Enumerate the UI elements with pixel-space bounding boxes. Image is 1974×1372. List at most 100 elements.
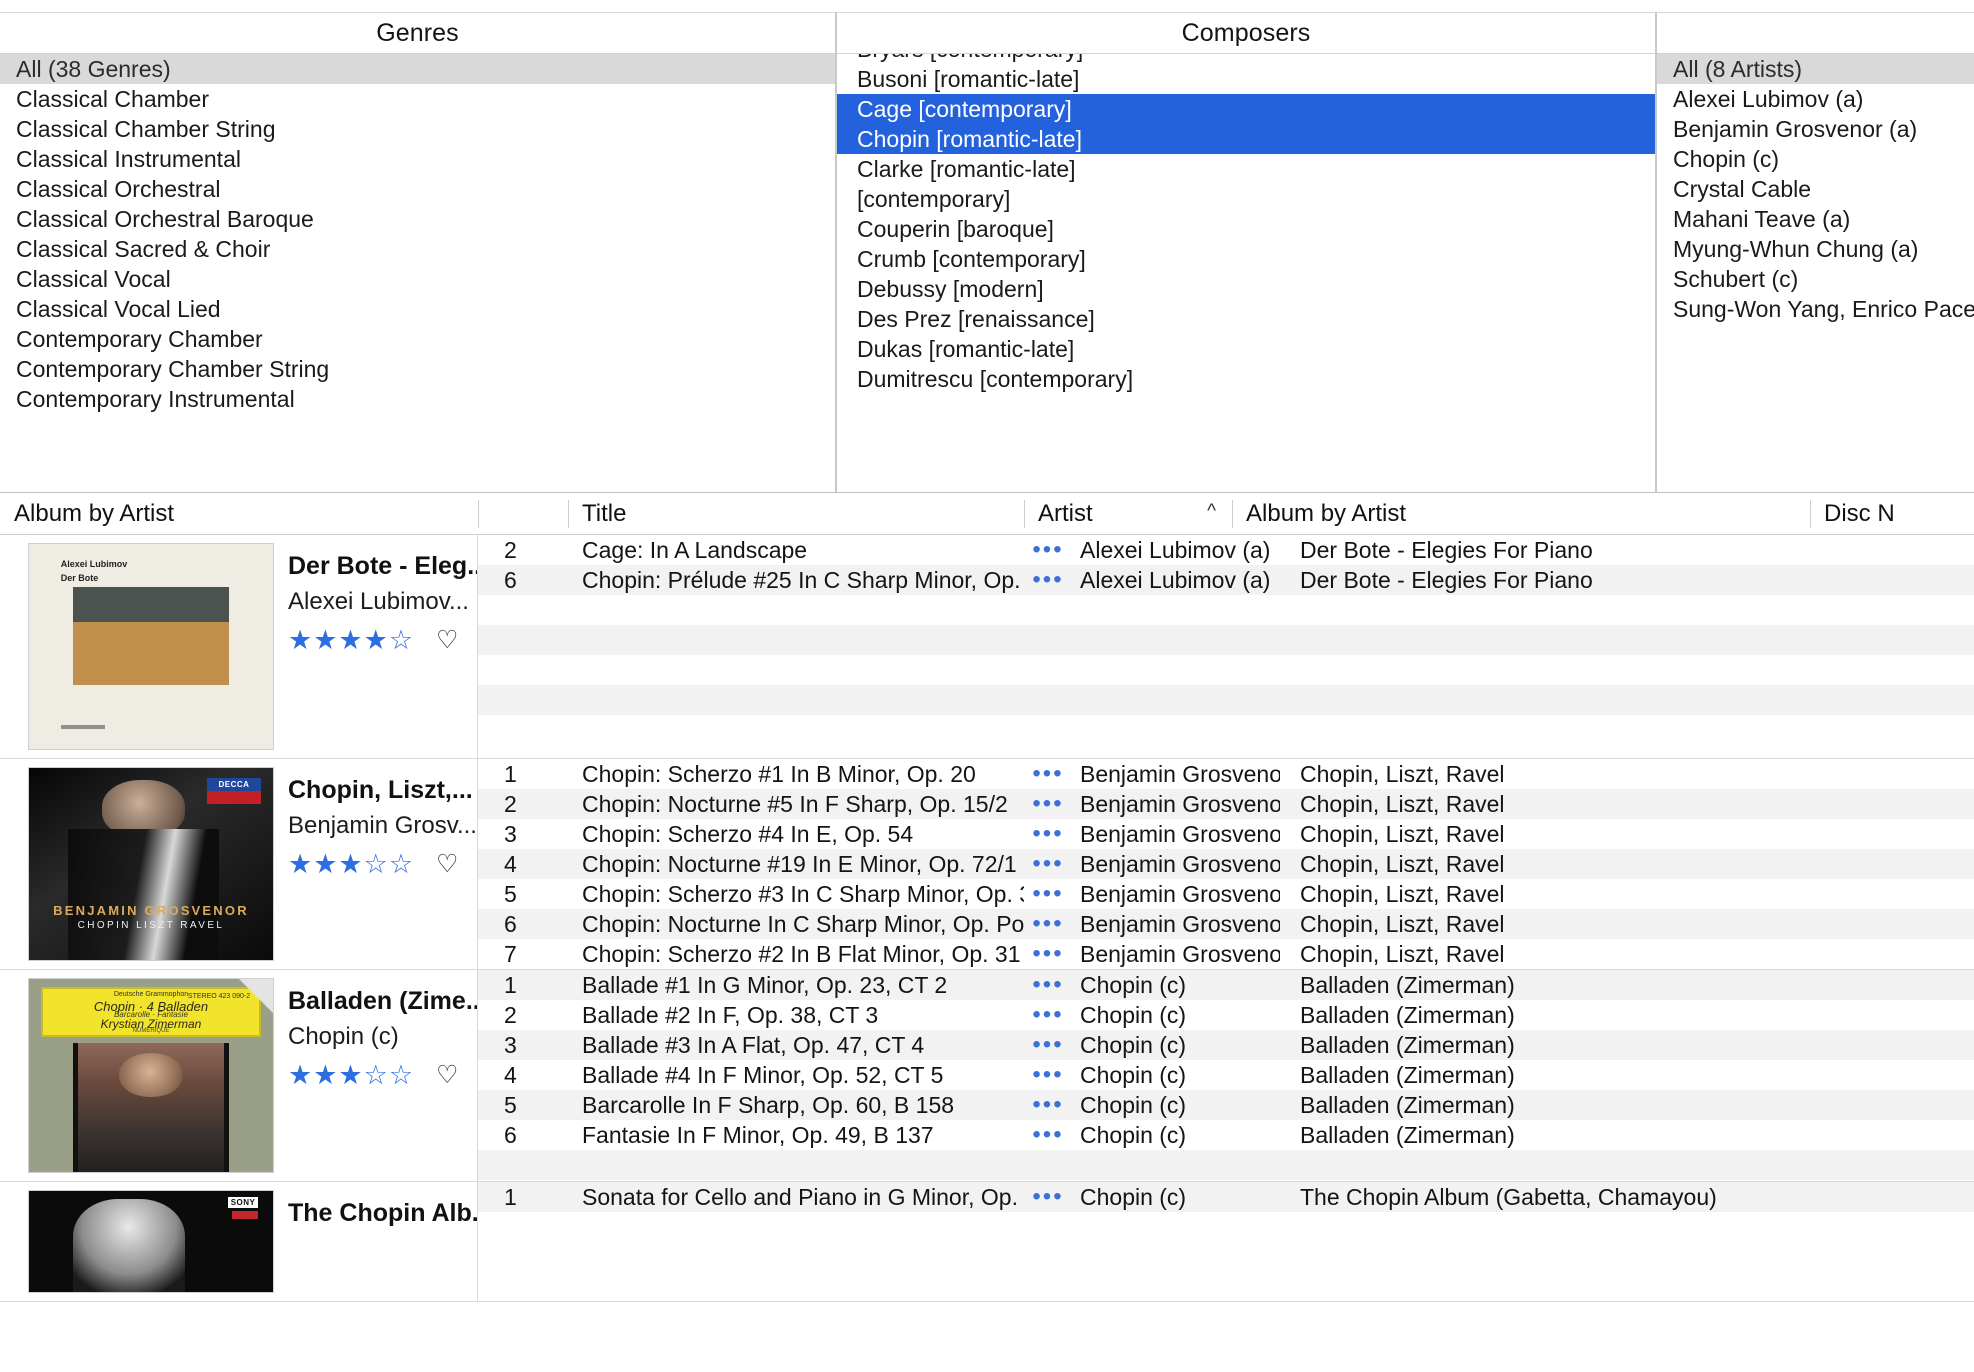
genres-list-item[interactable]: Classical Vocal: [0, 264, 835, 294]
table-row[interactable]: 4 Chopin: Nocturne #19 In E Minor, Op. 7…: [478, 849, 1974, 879]
genres-list-item[interactable]: Contemporary Chamber: [0, 324, 835, 354]
album-title[interactable]: Der Bote - Eleg...: [288, 549, 477, 583]
column-header-album-by-artist[interactable]: Album by Artist: [1232, 493, 1810, 535]
album-artist[interactable]: Benjamin Grosv...: [288, 807, 477, 845]
album-summary-cell[interactable]: SONY The Chopin Alb...: [0, 1182, 478, 1301]
more-options-icon[interactable]: •••: [1024, 1033, 1072, 1057]
table-body[interactable]: Alexei Lubimov Der Bote Der Bote - Eleg.…: [0, 535, 1974, 1372]
album-artist[interactable]: Alexei Lubimov...: [288, 583, 477, 621]
album-art[interactable]: DECCA BENJAMIN GROSVENOR CHOPIN LISZT RA…: [28, 767, 274, 961]
more-options-icon[interactable]: •••: [1024, 1093, 1072, 1117]
album-summary-cell[interactable]: Deutsche Grammophon STEREO 423 090-2 Cho…: [0, 970, 478, 1181]
more-options-icon[interactable]: •••: [1024, 852, 1072, 876]
more-options-icon[interactable]: •••: [1024, 568, 1072, 592]
more-options-icon[interactable]: •••: [1024, 1185, 1072, 1209]
heart-icon[interactable]: ♡: [436, 1063, 458, 1088]
composers-list-item-selected[interactable]: Chopin [romantic-late]: [837, 124, 1655, 154]
artists-list[interactable]: All (8 Artists) Alexei Lubimov (a) Benja…: [1657, 54, 1974, 492]
composers-list-item[interactable]: Bryars [contemporary]: [837, 54, 1655, 64]
composers-list-item[interactable]: Dukas [romantic-late]: [837, 334, 1655, 364]
genres-list-item[interactable]: Classical Chamber: [0, 84, 835, 114]
column-header-title[interactable]: Title: [568, 493, 1024, 535]
genres-list-item[interactable]: Contemporary Chamber String: [0, 354, 835, 384]
table-row[interactable]: 6 Fantasie In F Minor, Op. 49, B 137 •••…: [478, 1120, 1974, 1150]
artists-list-item[interactable]: Chopin (c): [1657, 144, 1974, 174]
album-art[interactable]: SONY: [28, 1190, 274, 1293]
artists-list-item[interactable]: Schubert (c): [1657, 264, 1974, 294]
artists-list-item-all[interactable]: All (8 Artists): [1657, 54, 1974, 84]
composers-list-item[interactable]: Busoni [romantic-late]: [837, 64, 1655, 94]
genres-list-item[interactable]: Classical Vocal Lied: [0, 294, 835, 324]
composers-list-item-selected[interactable]: Cage [contemporary]: [837, 94, 1655, 124]
composers-list-item[interactable]: [contemporary]: [837, 184, 1655, 214]
composers-pane-header[interactable]: Composers: [837, 12, 1655, 54]
more-options-icon[interactable]: •••: [1024, 942, 1072, 966]
table-row[interactable]: 1 Ballade #1 In G Minor, Op. 23, CT 2 ••…: [478, 970, 1974, 1000]
table-row[interactable]: 7 Chopin: Scherzo #2 In B Flat Minor, Op…: [478, 939, 1974, 969]
genres-list-item[interactable]: Classical Sacred & Choir: [0, 234, 835, 264]
more-options-icon[interactable]: •••: [1024, 538, 1072, 562]
heart-icon[interactable]: ♡: [436, 628, 458, 653]
album-title[interactable]: The Chopin Alb...: [288, 1196, 477, 1230]
more-options-icon[interactable]: •••: [1024, 762, 1072, 786]
more-options-icon[interactable]: •••: [1024, 1063, 1072, 1087]
composers-list-item[interactable]: Debussy [modern]: [837, 274, 1655, 304]
more-options-icon[interactable]: •••: [1024, 1003, 1072, 1027]
more-options-icon[interactable]: •••: [1024, 822, 1072, 846]
table-row[interactable]: 5 Barcarolle In F Sharp, Op. 60, B 158 •…: [478, 1090, 1974, 1120]
more-options-icon[interactable]: •••: [1024, 973, 1072, 997]
genres-list-item[interactable]: Classical Orchestral Baroque: [0, 204, 835, 234]
artists-list-item[interactable]: Crystal Cable: [1657, 174, 1974, 204]
composers-list[interactable]: Bryars [contemporary] Busoni [romantic-l…: [837, 54, 1655, 492]
album-artist[interactable]: Chopin (c): [288, 1018, 477, 1056]
table-row[interactable]: 6 Chopin: Nocturne In C Sharp Minor, Op.…: [478, 909, 1974, 939]
composers-list-item[interactable]: Dumitrescu [contemporary]: [837, 364, 1655, 394]
heart-icon[interactable]: ♡: [436, 852, 458, 877]
more-options-icon[interactable]: •••: [1024, 912, 1072, 936]
album-summary-cell[interactable]: Alexei Lubimov Der Bote Der Bote - Eleg.…: [0, 535, 478, 758]
more-options-icon[interactable]: •••: [1024, 792, 1072, 816]
genres-list-item[interactable]: Classical Instrumental: [0, 144, 835, 174]
table-row[interactable]: 3 Ballade #3 In A Flat, Op. 47, CT 4 •••…: [478, 1030, 1974, 1060]
genres-list-item[interactable]: Contemporary Instrumental: [0, 384, 835, 414]
genres-list-item-all[interactable]: All (38 Genres): [0, 54, 835, 84]
artists-pane-header[interactable]: [1657, 12, 1974, 54]
star-rating[interactable]: ★★★☆☆: [288, 851, 414, 878]
column-header-album-by-artist-left[interactable]: Album by Artist: [0, 493, 478, 535]
star-rating[interactable]: ★★★★☆: [288, 627, 414, 654]
column-header-disc-number[interactable]: Disc N: [1810, 493, 1974, 535]
table-row[interactable]: 6 Chopin: Prélude #25 In C Sharp Minor, …: [478, 565, 1974, 595]
album-title[interactable]: Balladen (Zime...: [288, 984, 477, 1018]
composers-list-item[interactable]: Crumb [contemporary]: [837, 244, 1655, 274]
more-options-icon[interactable]: •••: [1024, 1123, 1072, 1147]
artists-list-item[interactable]: Sung-Won Yang, Enrico Pace: [1657, 294, 1974, 324]
genres-list-item[interactable]: Classical Chamber String: [0, 114, 835, 144]
cell-track-number: 4: [504, 850, 517, 877]
artists-list-item[interactable]: Alexei Lubimov (a): [1657, 84, 1974, 114]
album-summary-cell[interactable]: DECCA BENJAMIN GROSVENOR CHOPIN LISZT RA…: [0, 759, 478, 969]
genres-pane-header[interactable]: Genres: [0, 12, 835, 54]
table-row[interactable]: 4 Ballade #4 In F Minor, Op. 52, CT 5 ••…: [478, 1060, 1974, 1090]
genres-list-item[interactable]: Classical Orchestral: [0, 174, 835, 204]
table-row[interactable]: 2 Ballade #2 In F, Op. 38, CT 3 ••• Chop…: [478, 1000, 1974, 1030]
table-row[interactable]: 2 Chopin: Nocturne #5 In F Sharp, Op. 15…: [478, 789, 1974, 819]
artists-list-item[interactable]: Myung-Whun Chung (a): [1657, 234, 1974, 264]
table-row[interactable]: 3 Chopin: Scherzo #4 In E, Op. 54 ••• Be…: [478, 819, 1974, 849]
more-options-icon[interactable]: •••: [1024, 882, 1072, 906]
table-row[interactable]: 2 Cage: In A Landscape ••• Alexei Lubimo…: [478, 535, 1974, 565]
column-header-track-number[interactable]: [478, 493, 568, 535]
table-row[interactable]: 5 Chopin: Scherzo #3 In C Sharp Minor, O…: [478, 879, 1974, 909]
composers-list-item[interactable]: Des Prez [renaissance]: [837, 304, 1655, 334]
column-header-artist[interactable]: Artist ^: [1024, 493, 1232, 535]
album-title[interactable]: Chopin, Liszt,...: [288, 773, 477, 807]
artists-list-item[interactable]: Benjamin Grosvenor (a): [1657, 114, 1974, 144]
composers-list-item[interactable]: Couperin [baroque]: [837, 214, 1655, 244]
album-art[interactable]: Alexei Lubimov Der Bote: [28, 543, 274, 750]
album-art[interactable]: Deutsche Grammophon STEREO 423 090-2 Cho…: [28, 978, 274, 1173]
genres-list[interactable]: All (38 Genres) Classical Chamber Classi…: [0, 54, 835, 492]
table-row[interactable]: 1 Sonata for Cello and Piano in G Minor,…: [478, 1182, 1974, 1212]
star-rating[interactable]: ★★★☆☆: [288, 1062, 414, 1089]
table-row[interactable]: 1 Chopin: Scherzo #1 In B Minor, Op. 20 …: [478, 759, 1974, 789]
artists-list-item[interactable]: Mahani Teave (a): [1657, 204, 1974, 234]
composers-list-item[interactable]: Clarke [romantic-late]: [837, 154, 1655, 184]
